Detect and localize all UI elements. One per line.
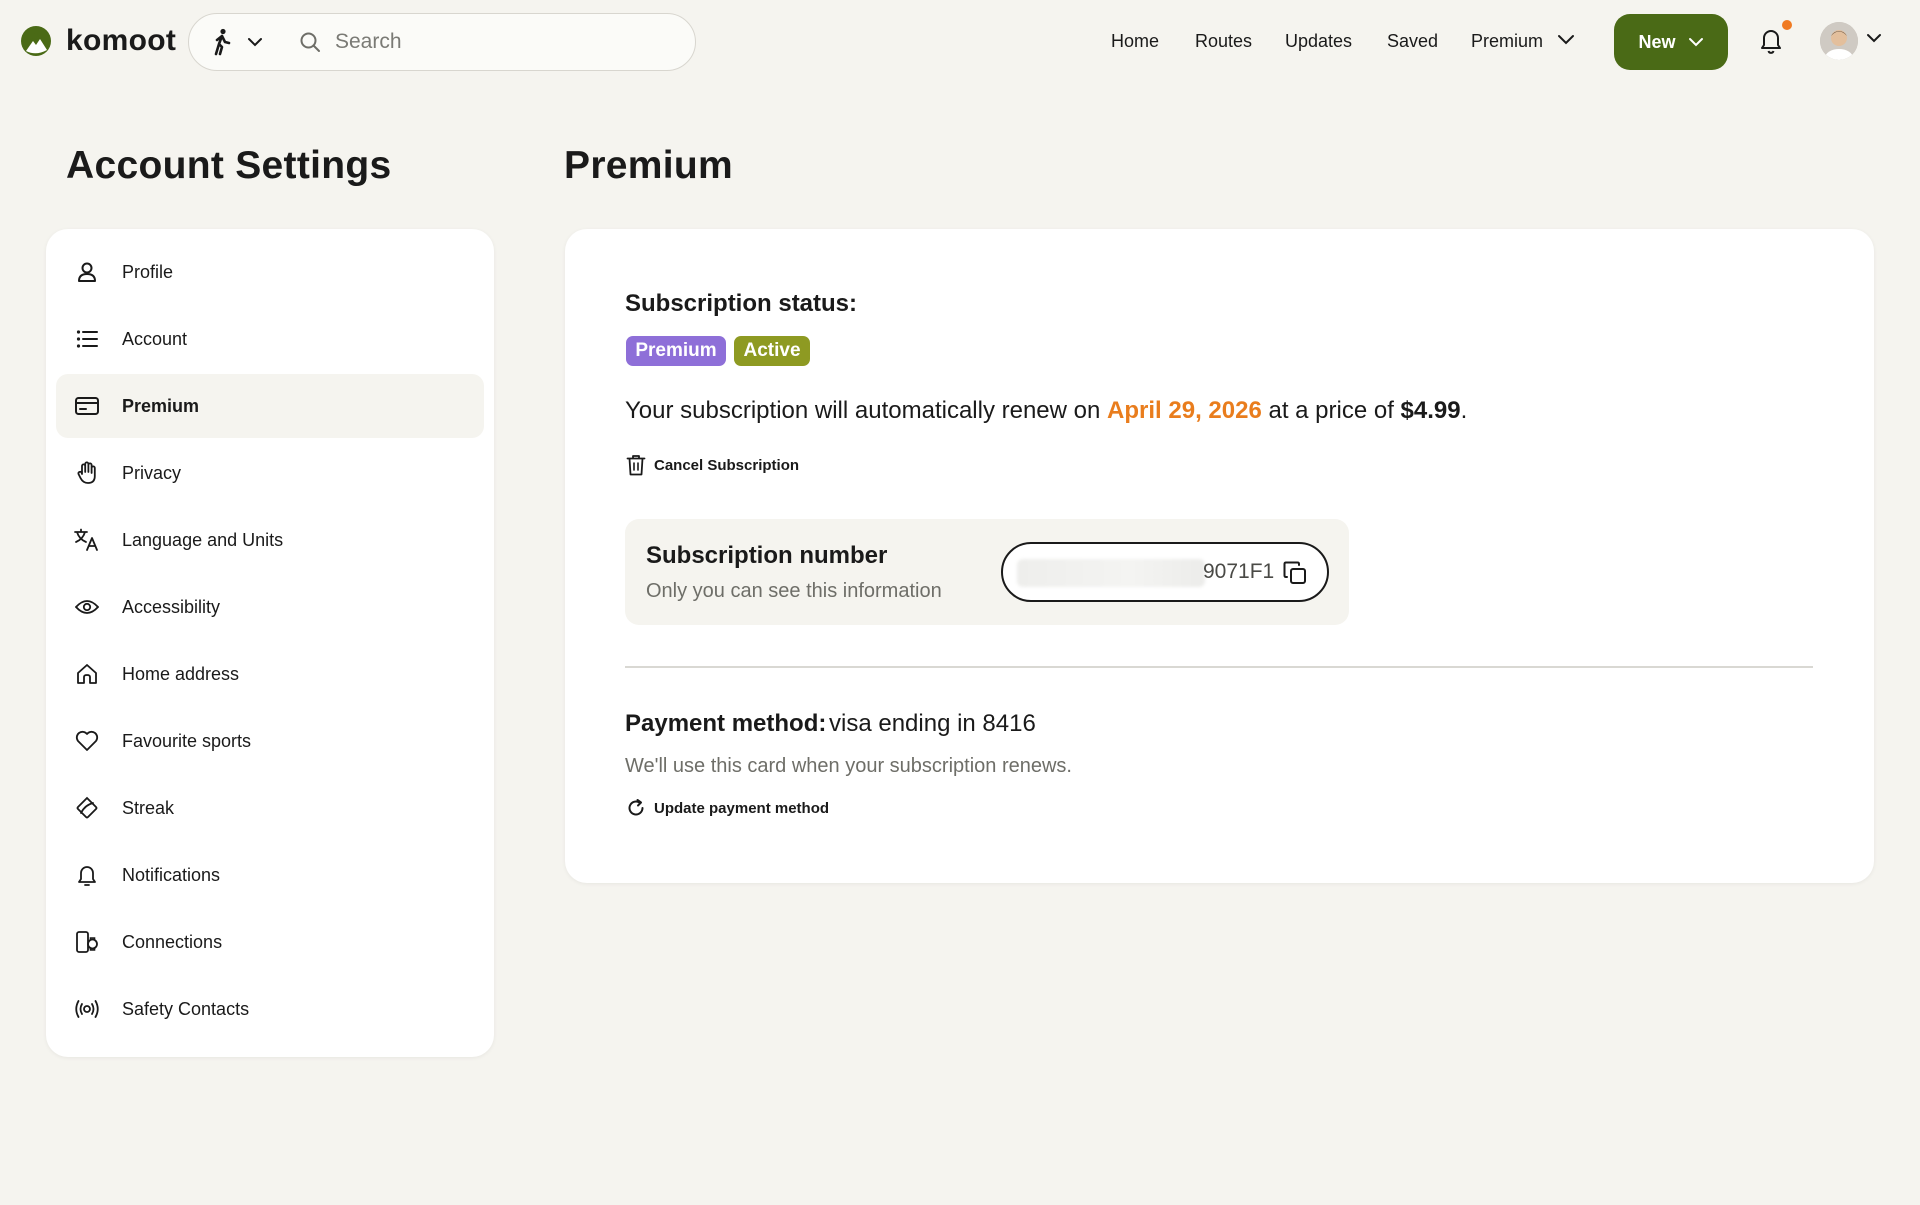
subscription-number-field[interactable]: 9071F1 xyxy=(1001,542,1329,602)
sidebar-item-premium[interactable]: Premium xyxy=(56,374,484,438)
sidebar-item-label: Privacy xyxy=(122,462,182,483)
nav-premium[interactable]: Premium xyxy=(1471,31,1543,52)
plan-badge: Premium xyxy=(626,336,726,366)
sidebar-item-label: Notifications xyxy=(122,864,221,885)
sidebar-item-label: Home address xyxy=(122,663,240,684)
update-payment-method-label: Update payment method xyxy=(654,799,830,817)
payment-method-value: visa ending in 8416 xyxy=(829,710,1036,737)
heart-icon xyxy=(74,728,100,754)
sidebar-item-label: Streak xyxy=(122,797,175,818)
search-input[interactable]: Search xyxy=(335,30,402,54)
sidebar-item-label: Language and Units xyxy=(122,529,284,550)
divider xyxy=(625,666,1813,668)
trash-icon xyxy=(626,455,646,476)
nav-updates[interactable]: Updates xyxy=(1285,31,1352,52)
chevron-down-icon[interactable] xyxy=(1866,33,1882,43)
home-icon xyxy=(74,661,100,687)
new-button-label: New xyxy=(1638,31,1676,52)
subscription-status-label: Subscription status: xyxy=(625,290,858,317)
nav-saved[interactable]: Saved xyxy=(1387,31,1438,52)
sidebar-item-label: Premium xyxy=(122,395,200,416)
sport-selector[interactable] xyxy=(189,28,287,56)
subscription-number-suffix: 9071F1 xyxy=(1203,560,1275,583)
nav-routes[interactable]: Routes xyxy=(1195,31,1252,52)
sidebar-item-language[interactable]: Language and Units xyxy=(56,508,484,572)
sidebar-item-label: Accessibility xyxy=(122,596,221,617)
subscription-number-title: Subscription number xyxy=(646,542,888,569)
sidebar-item-connections[interactable]: Connections xyxy=(56,910,484,974)
refresh-icon xyxy=(628,799,644,816)
settings-sidebar: Profile Account Premium Privacy Language… xyxy=(46,229,494,1057)
sidebar-item-safety-contacts[interactable]: Safety Contacts xyxy=(56,977,484,1041)
sidebar-item-label: Profile xyxy=(122,261,174,282)
notification-dot xyxy=(1782,20,1792,30)
hiking-icon xyxy=(214,28,231,56)
subscription-number-subtitle: Only you can see this information xyxy=(646,580,942,602)
copy-icon[interactable] xyxy=(1282,560,1308,586)
renewal-text: Your subscription will automatically ren… xyxy=(625,397,1467,425)
chevron-down-icon xyxy=(1688,38,1703,47)
translate-icon xyxy=(74,527,100,553)
cancel-subscription-button[interactable]: Cancel Subscription xyxy=(626,454,799,476)
chevron-down-icon xyxy=(248,38,262,47)
sidebar-item-label: Account xyxy=(122,328,188,349)
payment-method-note: We'll use this card when your subscripti… xyxy=(625,755,1072,777)
sidebar-item-label: Safety Contacts xyxy=(122,998,250,1019)
top-navigation: komoot Search Home Routes Updates Saved … xyxy=(0,0,1920,84)
sidebar-item-streak[interactable]: Streak xyxy=(56,776,484,840)
sidebar-item-home-address[interactable]: Home address xyxy=(56,642,484,706)
sidebar-item-label: Favourite sports xyxy=(122,730,252,751)
sidebar-item-profile[interactable]: Profile xyxy=(56,240,484,304)
renewal-prefix: Your subscription will automatically ren… xyxy=(625,397,1101,424)
user-photo-icon xyxy=(1820,22,1858,60)
update-payment-method-button[interactable]: Update payment method xyxy=(626,798,829,818)
subscription-number-panel: Subscription number Only you can see thi… xyxy=(625,519,1349,625)
cancel-subscription-label: Cancel Subscription xyxy=(654,456,800,474)
person-icon xyxy=(74,259,100,285)
sidebar-item-notifications[interactable]: Notifications xyxy=(56,843,484,907)
card-icon xyxy=(74,393,100,419)
sidebar-title: Account Settings xyxy=(66,144,392,187)
devices-icon xyxy=(74,929,100,955)
logo[interactable]: komoot xyxy=(20,24,176,58)
list-icon xyxy=(74,326,100,352)
bell-icon[interactable] xyxy=(1758,26,1784,54)
renewal-suffix: . xyxy=(1460,397,1468,424)
eye-icon xyxy=(74,594,100,620)
renewal-date: April 29, 2026 xyxy=(1107,397,1262,424)
sidebar-item-label: Connections xyxy=(122,931,223,952)
search-bar[interactable]: Search xyxy=(188,13,696,71)
logo-text: komoot xyxy=(66,24,177,57)
new-button[interactable]: New xyxy=(1614,14,1728,70)
renewal-middle: at a price of xyxy=(1268,397,1394,424)
chevron-down-icon[interactable] xyxy=(1557,34,1575,46)
nav-home[interactable]: Home xyxy=(1111,31,1159,52)
masked-subscription-number xyxy=(1017,559,1205,587)
sidebar-item-favourite-sports[interactable]: Favourite sports xyxy=(56,709,484,773)
broadcast-icon xyxy=(74,996,100,1022)
sidebar-item-privacy[interactable]: Privacy xyxy=(56,441,484,505)
avatar[interactable] xyxy=(1820,22,1858,60)
komoot-logo-icon xyxy=(21,26,51,56)
bell-icon xyxy=(74,862,100,888)
renewal-price: $4.99 xyxy=(1400,397,1461,424)
streak-icon xyxy=(74,795,100,821)
payment-method-label: Payment method: xyxy=(625,710,827,737)
premium-card: Subscription status: Premium Active Your… xyxy=(565,229,1874,883)
sidebar-item-account[interactable]: Account xyxy=(56,307,484,371)
status-badge: Active xyxy=(734,336,810,366)
hand-icon xyxy=(74,460,100,486)
page-title: Premium xyxy=(564,144,733,187)
sidebar-item-accessibility[interactable]: Accessibility xyxy=(56,575,484,639)
search-icon xyxy=(300,32,320,52)
